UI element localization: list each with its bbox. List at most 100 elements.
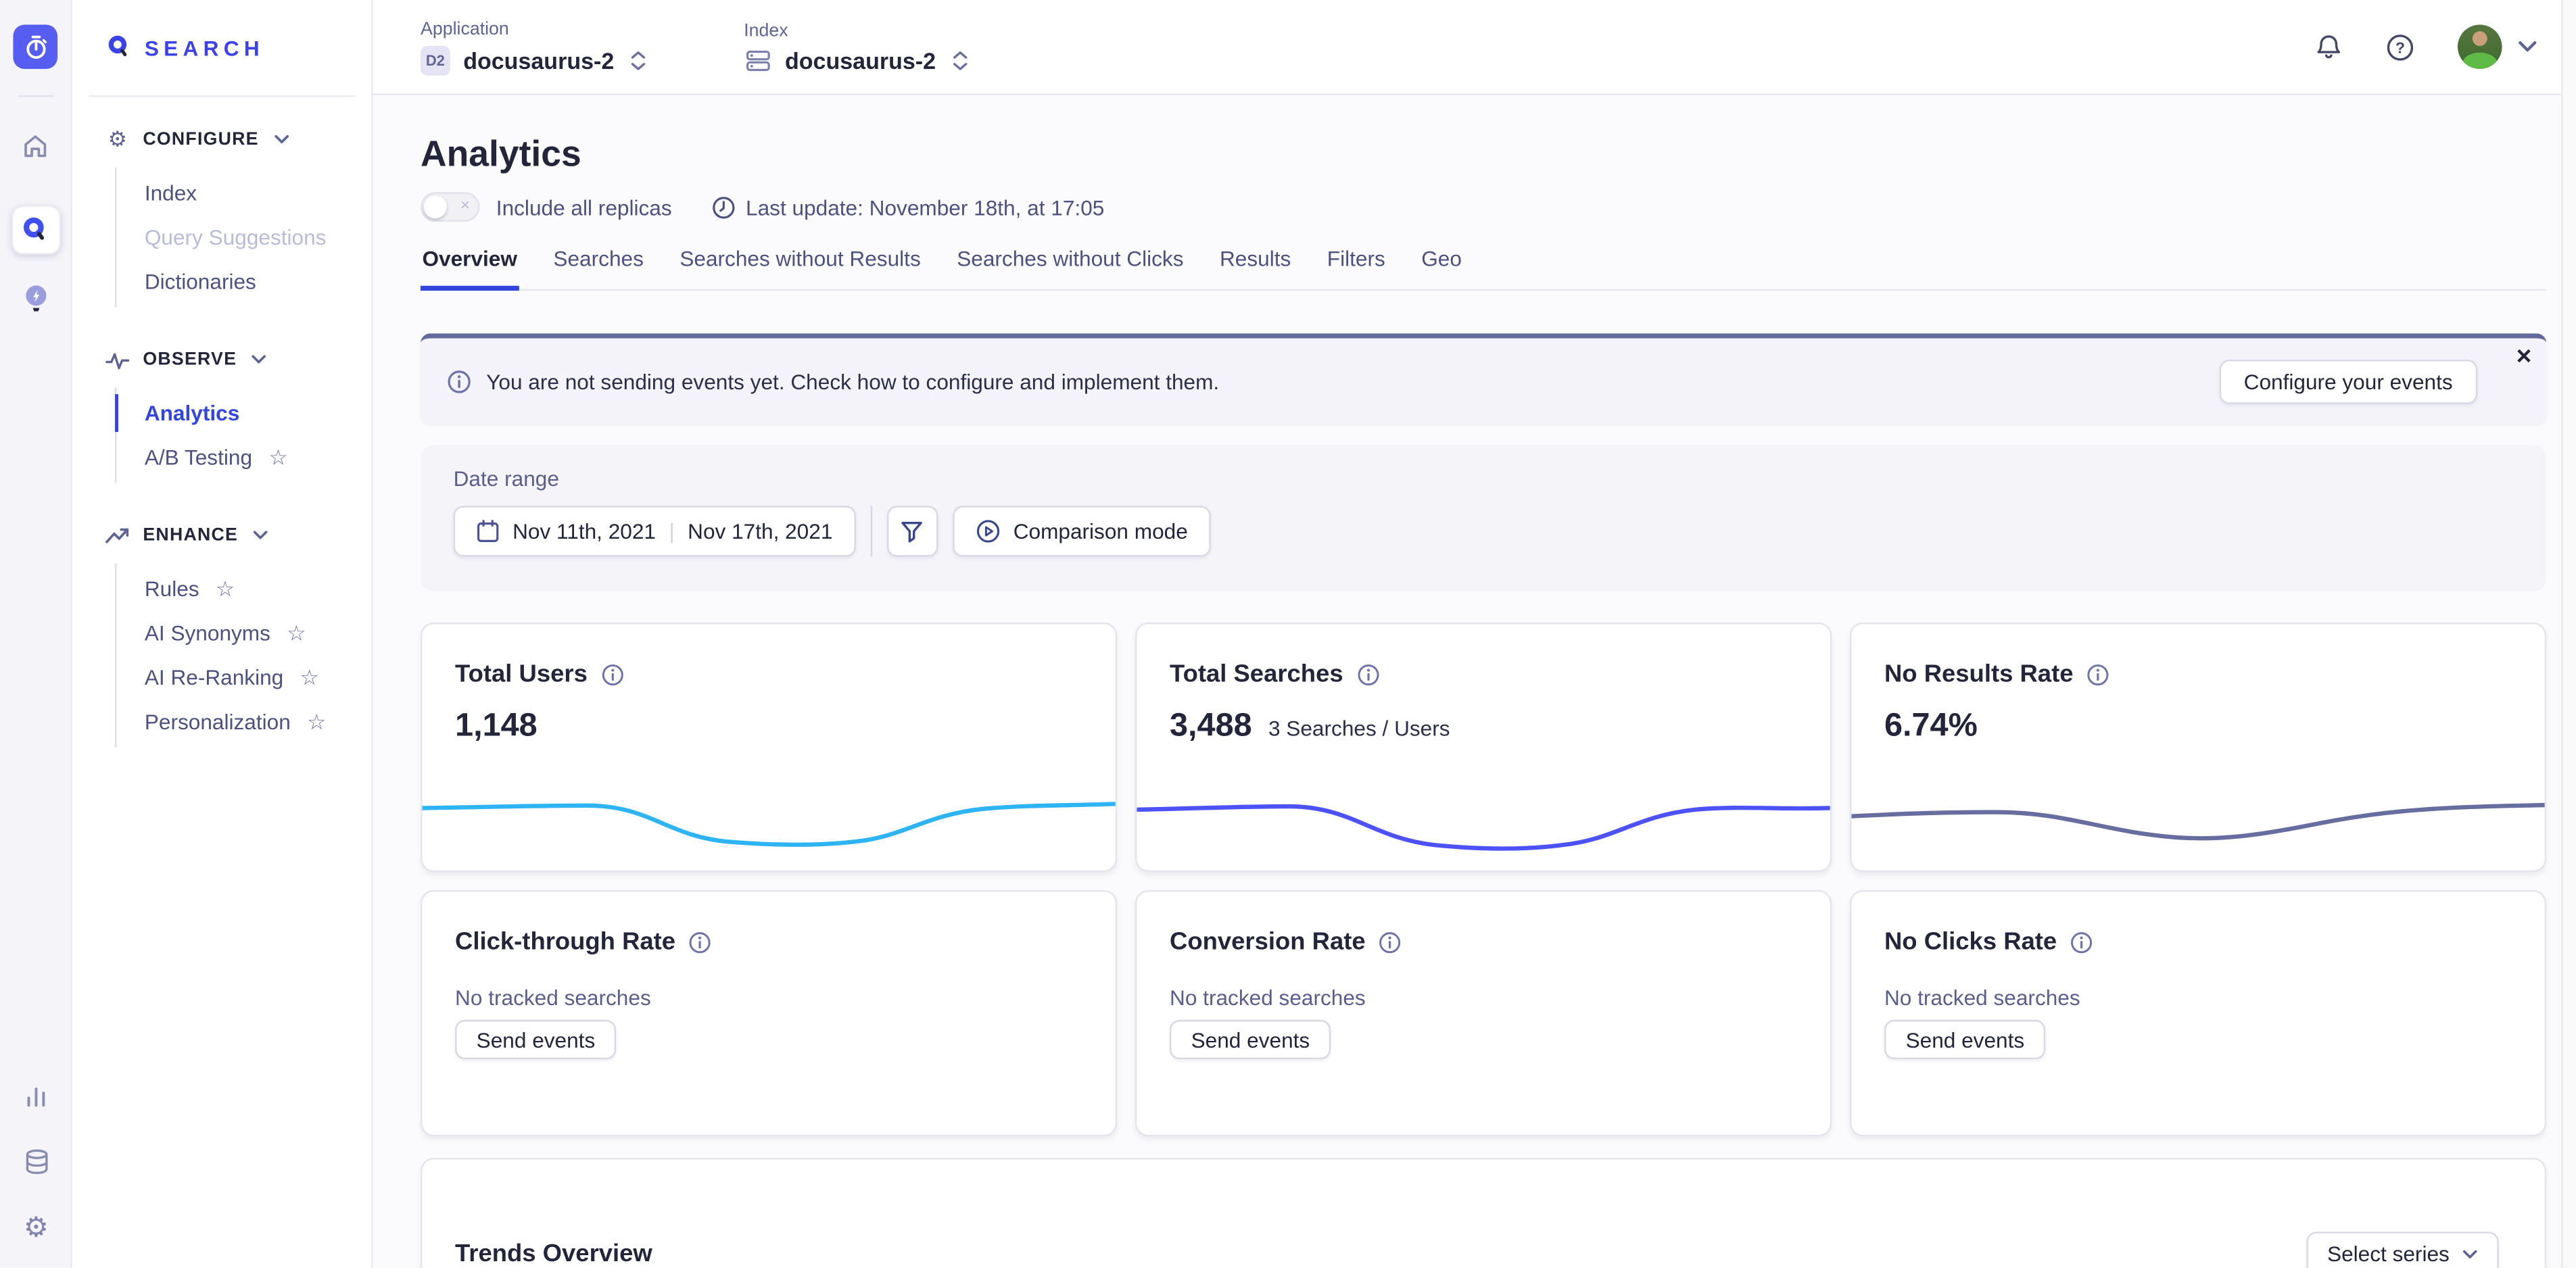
metric-title: Total Users: [455, 660, 588, 688]
last-update-text: Last update: November 18th, at 17:05: [746, 195, 1104, 219]
date-start: Nov 11th, 2021: [512, 519, 656, 543]
notifications-bell-icon[interactable]: [2315, 32, 2343, 62]
application-selector[interactable]: Application D2 docusaurus-2: [421, 19, 645, 75]
star-icon[interactable]: ☆: [268, 447, 287, 468]
account-chevron-down-icon[interactable]: [2519, 41, 2537, 53]
tab-filters[interactable]: Filters: [1325, 246, 1387, 289]
pulse-icon: [105, 349, 130, 370]
tab-geo[interactable]: Geo: [1420, 246, 1464, 289]
topbar-right: ?: [2272, 24, 2536, 69]
no-clicks-rate-card: No Clicks Rate No tracked searches Send …: [1850, 890, 2546, 1136]
sidebar-item-label: AI Re-Ranking: [145, 665, 283, 689]
close-icon[interactable]: ×: [2517, 345, 2532, 371]
configure-events-button[interactable]: Configure your events: [2219, 359, 2477, 404]
tab-results[interactable]: Results: [1218, 246, 1293, 289]
updown-chevrons-icon[interactable]: [952, 50, 967, 70]
analytics-rail-icon[interactable]: [11, 1071, 61, 1120]
tab-searches-without-results[interactable]: Searches without Results: [678, 246, 922, 289]
section-observe-items: Analytics A/B Testing ☆: [115, 387, 371, 483]
section-enhance-header[interactable]: ENHANCE: [72, 519, 371, 552]
date-end: Nov 17th, 2021: [688, 519, 832, 543]
total-searches-sparkline: [1137, 765, 1830, 864]
sidebar-item-label: Query Suggestions: [145, 225, 327, 249]
empty-state-text: No tracked searches: [1170, 985, 1797, 1010]
chevron-down-icon: [2462, 1249, 2477, 1259]
sidebar-item-label: Dictionaries: [145, 269, 256, 293]
home-icon[interactable]: [11, 120, 60, 169]
gear-icon: ⚙: [24, 1213, 49, 1240]
tab-searches[interactable]: Searches: [552, 246, 645, 289]
trends-title: Trends Overview: [455, 1240, 652, 1267]
rail-bottom-icons: ⚙: [0, 1054, 72, 1252]
sidebar-item-ab-testing[interactable]: A/B Testing ☆: [117, 435, 372, 480]
star-icon[interactable]: ☆: [216, 578, 235, 600]
search-logo[interactable]: SEARCH: [72, 0, 371, 95]
stopwatch-icon: [22, 34, 49, 60]
analytics-tabs: Overview Searches Searches without Resul…: [421, 246, 2546, 291]
send-events-button[interactable]: Send events: [1170, 1020, 1331, 1059]
scrollbar[interactable]: [2561, 0, 2576, 1268]
sidebar-item-analytics[interactable]: Analytics: [117, 391, 372, 435]
toolbar-divider: [870, 506, 872, 556]
settings-rail-icon[interactable]: ⚙: [11, 1202, 61, 1252]
include-replicas-toggle[interactable]: ×: [421, 192, 479, 222]
sidebar-item-personalization[interactable]: Personalization ☆: [117, 700, 372, 744]
tab-overview[interactable]: Overview: [421, 246, 519, 289]
filter-button[interactable]: [887, 506, 938, 556]
updown-chevrons-icon[interactable]: [631, 50, 646, 70]
metric-title: No Results Rate: [1884, 660, 2074, 688]
send-events-button[interactable]: Send events: [1884, 1020, 2046, 1059]
banner-message: You are not sending events yet. Check ho…: [486, 368, 1219, 393]
info-icon[interactable]: [1379, 930, 1402, 953]
send-events-button[interactable]: Send events: [455, 1020, 617, 1059]
chevron-down-icon: [274, 135, 289, 145]
chevron-down-icon: [252, 355, 266, 365]
comparison-mode-label: Comparison mode: [1013, 519, 1188, 543]
page-title: Analytics: [421, 131, 2546, 177]
usage-app-icon[interactable]: [13, 24, 57, 69]
recommend-icon[interactable]: [11, 274, 60, 324]
index-selector[interactable]: Index docusaurus-2: [744, 20, 967, 73]
sidebar-item-index[interactable]: Index: [117, 171, 372, 216]
select-series-button[interactable]: Select series: [2306, 1231, 2498, 1268]
info-icon[interactable]: [600, 662, 623, 685]
total-searches-card: Total Searches 3,488 3 Searches / Users: [1135, 623, 1832, 872]
sidebar-item-ai-synonyms[interactable]: AI Synonyms ☆: [117, 611, 372, 656]
section-configure-header[interactable]: ⚙ CONFIGURE: [72, 123, 371, 156]
sidebar-item-query-suggestions[interactable]: Query Suggestions: [117, 215, 372, 260]
section-configure-items: Index Query Suggestions Dictionaries: [115, 168, 371, 308]
sidebar-item-label: Analytics: [145, 401, 239, 425]
help-icon[interactable]: ?: [2385, 32, 2415, 62]
info-icon[interactable]: [2086, 662, 2109, 685]
sidebar-item-label: Personalization: [145, 710, 291, 734]
index-label: Index: [744, 20, 967, 40]
content: Analytics × Include all replicas Last up…: [373, 95, 2576, 1268]
star-icon[interactable]: ☆: [307, 711, 326, 733]
sidebar-item-dictionaries[interactable]: Dictionaries: [117, 260, 372, 304]
magnifier-icon: [22, 216, 49, 244]
info-icon[interactable]: [2070, 930, 2093, 953]
info-icon[interactable]: [689, 930, 712, 953]
sidebar-item-label: Index: [145, 180, 197, 205]
section-enhance: ENHANCE Rules ☆ AI Synonyms ☆ AI Re-Rank…: [72, 519, 371, 748]
section-observe-header[interactable]: OBSERVE: [72, 343, 371, 376]
sidebar-item-ai-reranking[interactable]: AI Re-Ranking ☆: [117, 655, 372, 700]
star-icon[interactable]: ☆: [300, 666, 319, 688]
tab-searches-without-clicks[interactable]: Searches without Clicks: [955, 246, 1185, 289]
sidebar-item-rules[interactable]: Rules ☆: [117, 566, 372, 611]
section-observe: OBSERVE Analytics A/B Testing ☆: [72, 343, 371, 483]
meta-row: × Include all replicas Last update: Nove…: [421, 191, 2546, 224]
total-users-card: Total Users 1,148: [421, 623, 1117, 872]
search-product-icon[interactable]: [11, 205, 60, 255]
application-badge: D2: [421, 45, 450, 75]
section-enhance-items: Rules ☆ AI Synonyms ☆ AI Re-Ranking ☆ Pe…: [115, 563, 371, 747]
info-icon[interactable]: [1356, 662, 1379, 685]
comparison-mode-button[interactable]: Comparison mode: [953, 506, 1211, 556]
date-range-button[interactable]: Nov 11th, 2021 | Nov 17th, 2021: [454, 506, 856, 556]
data-rail-icon[interactable]: [11, 1136, 61, 1186]
logo-text: SEARCH: [145, 35, 264, 59]
star-icon[interactable]: ☆: [287, 623, 306, 644]
no-results-rate-sparkline: [1851, 765, 2544, 864]
avatar[interactable]: [2458, 24, 2502, 69]
chevron-down-icon: [253, 531, 268, 541]
